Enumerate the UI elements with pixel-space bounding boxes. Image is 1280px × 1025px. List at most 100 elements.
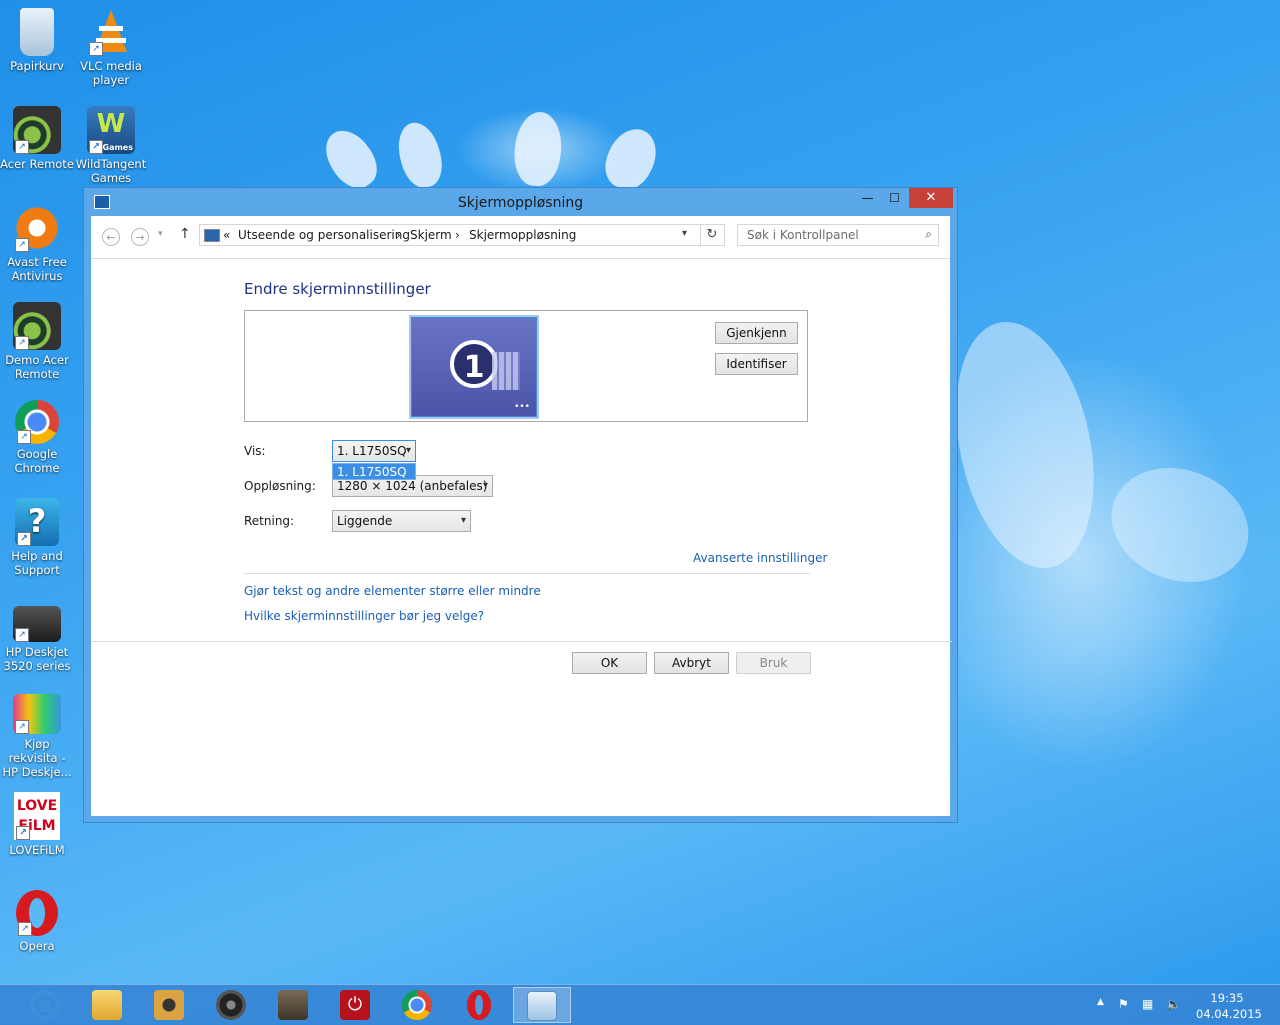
search-icon[interactable]: ⌕ (925, 227, 932, 242)
clock-date: 04.04.2015 (1196, 1007, 1262, 1021)
advanced-settings-link[interactable]: Avanserte innstillinger (693, 551, 827, 565)
display-label: Vis: (244, 444, 266, 458)
text-size-link[interactable]: Gjør tekst og andre elementer større ell… (244, 584, 541, 598)
wildtangent-badge: Games (102, 143, 134, 152)
show-hidden-icons-button[interactable]: ▲ (1097, 997, 1104, 1007)
up-button[interactable]: ↑ (179, 226, 191, 242)
refresh-icon[interactable]: ↻ (700, 225, 723, 245)
desktop-icon-opera[interactable]: ↗ Opera (0, 890, 74, 953)
divider (244, 573, 810, 574)
taskbar-opera[interactable] (450, 987, 508, 1023)
taskbar-file-explorer[interactable] (78, 987, 136, 1023)
search-input[interactable]: Søk i Kontrollpanel (747, 228, 859, 242)
desktop-icon-label: VLC media player (80, 59, 142, 87)
monitor-number: 1 (450, 340, 498, 388)
taskbar-media[interactable] (140, 987, 198, 1023)
monitor-preview-area: 1 ••• Gjenkjenn Identifiser (244, 310, 808, 422)
desktop-icon-lovefilm[interactable]: LOVE FiLM ↗ LOVEFiLM (0, 792, 74, 857)
desktop-icon-label: Opera (19, 939, 55, 953)
chrome-icon (402, 990, 432, 1020)
desktop-icon-recycle-bin[interactable]: Papirkurv (0, 8, 74, 73)
desktop-icon-wildtangent[interactable]: W Games ↗ WildTangent Games (74, 106, 148, 185)
help-icon: ? ↗ (15, 498, 59, 546)
minimize-button[interactable]: — (854, 188, 881, 208)
monitor-tile[interactable]: 1 ••• (411, 317, 537, 417)
desktop-icon-label: Kjøp rekvisita - HP Deskje... (2, 737, 72, 779)
acer-remote-icon: ↗ (13, 302, 61, 350)
apply-button[interactable]: Bruk (736, 652, 811, 674)
desktop-icon-vlc[interactable]: ↗ VLC media player (74, 8, 148, 87)
taskbar-internet-explorer[interactable]: e (16, 987, 74, 1023)
shortcut-arrow-icon: ↗ (15, 628, 29, 642)
orientation-select[interactable]: Liggende ▾ (332, 510, 471, 532)
taskbar-speaker[interactable] (202, 987, 260, 1023)
chrome-icon: ↗ (15, 400, 59, 444)
breadcrumb-item[interactable]: Utseende og personalisering (238, 228, 410, 242)
display-select[interactable]: 1. L1750SQ ▾ (332, 440, 416, 462)
power-icon: ⏻ (340, 990, 370, 1020)
which-settings-link[interactable]: Hvilke skjerminnstillinger bør jeg velge… (244, 609, 484, 623)
desktop-icon-label: LOVEFiLM (9, 843, 65, 857)
network-icon[interactable]: ▦ (1142, 997, 1153, 1011)
taskbar-power[interactable]: ⏻ (326, 987, 384, 1023)
cancel-button[interactable]: Avbryt (654, 652, 729, 674)
taskbar-control-panel[interactable] (513, 987, 571, 1023)
address-bar[interactable]: « Utseende og personalisering › Skjerm ›… (199, 224, 725, 246)
desktop-icon-label: Demo Acer Remote (5, 353, 69, 381)
file-explorer-icon (92, 990, 122, 1020)
orientation-select-value: Liggende (337, 514, 393, 528)
desktop-icon-chrome[interactable]: ↗ Google Chrome (0, 400, 74, 475)
taskbar-doc[interactable] (264, 987, 322, 1023)
desktop-icon-hp-supplies[interactable]: ↗ Kjøp rekvisita - HP Deskje... (0, 694, 74, 779)
taskbar-chrome[interactable] (388, 987, 446, 1023)
acer-remote-icon: ↗ (13, 106, 61, 154)
grid-icon (492, 352, 520, 390)
breadcrumb-separator[interactable]: › (455, 228, 460, 242)
printer-icon: ↗ (13, 606, 61, 642)
ok-button[interactable]: OK (572, 652, 647, 674)
media-icon (154, 990, 184, 1020)
control-panel-icon (204, 229, 220, 242)
desktop-icon-acer-remote[interactable]: ↗ Acer Remote (0, 106, 74, 171)
breadcrumb-item[interactable]: Skjermoppløsning (469, 228, 576, 242)
breadcrumb-separator[interactable]: › (396, 228, 401, 242)
back-button[interactable]: ← (102, 228, 120, 246)
clock-time: 19:35 (1210, 991, 1244, 1005)
desktop-icon-hp-deskjet[interactable]: ↗ HP Deskjet 3520 series (0, 596, 74, 673)
breadcrumb-item[interactable]: Skjerm (410, 228, 452, 242)
detect-button[interactable]: Gjenkjenn (715, 322, 798, 344)
page-title: Endre skjerminnstillinger (244, 280, 431, 298)
display-select-value: 1. L1750SQ (337, 444, 407, 458)
opera-icon: ↗ (16, 890, 58, 936)
close-button[interactable]: ✕ (909, 188, 953, 208)
clock[interactable]: 19:35 04.04.2015 (1196, 990, 1262, 1022)
volume-icon[interactable]: 🔈 (1166, 997, 1181, 1011)
desktop-icon-label: Papirkurv (10, 59, 64, 73)
divider (91, 641, 952, 642)
taskbar: e ⏻ ▲ ⚑ ▦ 🔈 19:35 04.04.2015 (0, 984, 1280, 1025)
shortcut-arrow-icon: ↗ (17, 532, 31, 546)
shortcut-arrow-icon: ↗ (16, 826, 30, 840)
window-titlebar[interactable]: Skjermoppløsning — ☐ ✕ (84, 188, 957, 216)
search-box[interactable]: Søk i Kontrollpanel ⌕ (737, 224, 939, 246)
forward-button[interactable]: → (131, 228, 149, 246)
desktop-icon-help[interactable]: ? ↗ Help and Support (0, 498, 74, 577)
chevron-down-icon[interactable]: ▾ (682, 228, 687, 239)
maximize-button[interactable]: ☐ (881, 188, 908, 208)
navigation-bar: ← → ▾ ↑ « Utseende og personalisering › … (91, 216, 950, 259)
desktop-icon-demo-acer-remote[interactable]: ↗ Demo Acer Remote (0, 302, 74, 381)
shortcut-arrow-icon: ↗ (15, 238, 29, 252)
chevron-down-icon: ▾ (405, 445, 411, 456)
shortcut-arrow-icon: ↗ (15, 140, 29, 154)
desktop-icon-label: WildTangent Games (75, 157, 147, 185)
breadcrumb-prefix[interactable]: « (223, 228, 230, 242)
display-dropdown-option[interactable]: 1. L1750SQ (332, 463, 416, 480)
chevron-down-icon: ▾ (482, 480, 488, 491)
shortcut-arrow-icon: ↗ (89, 42, 103, 56)
desktop-icon-avast[interactable]: ↗ Avast Free Antivirus (0, 204, 74, 283)
chevron-down-icon: ▾ (460, 515, 466, 526)
identify-button[interactable]: Identifiser (715, 353, 798, 375)
recent-locations-icon[interactable]: ▾ (158, 229, 163, 239)
opera-icon (467, 990, 491, 1020)
action-center-icon[interactable]: ⚑ (1118, 997, 1129, 1011)
